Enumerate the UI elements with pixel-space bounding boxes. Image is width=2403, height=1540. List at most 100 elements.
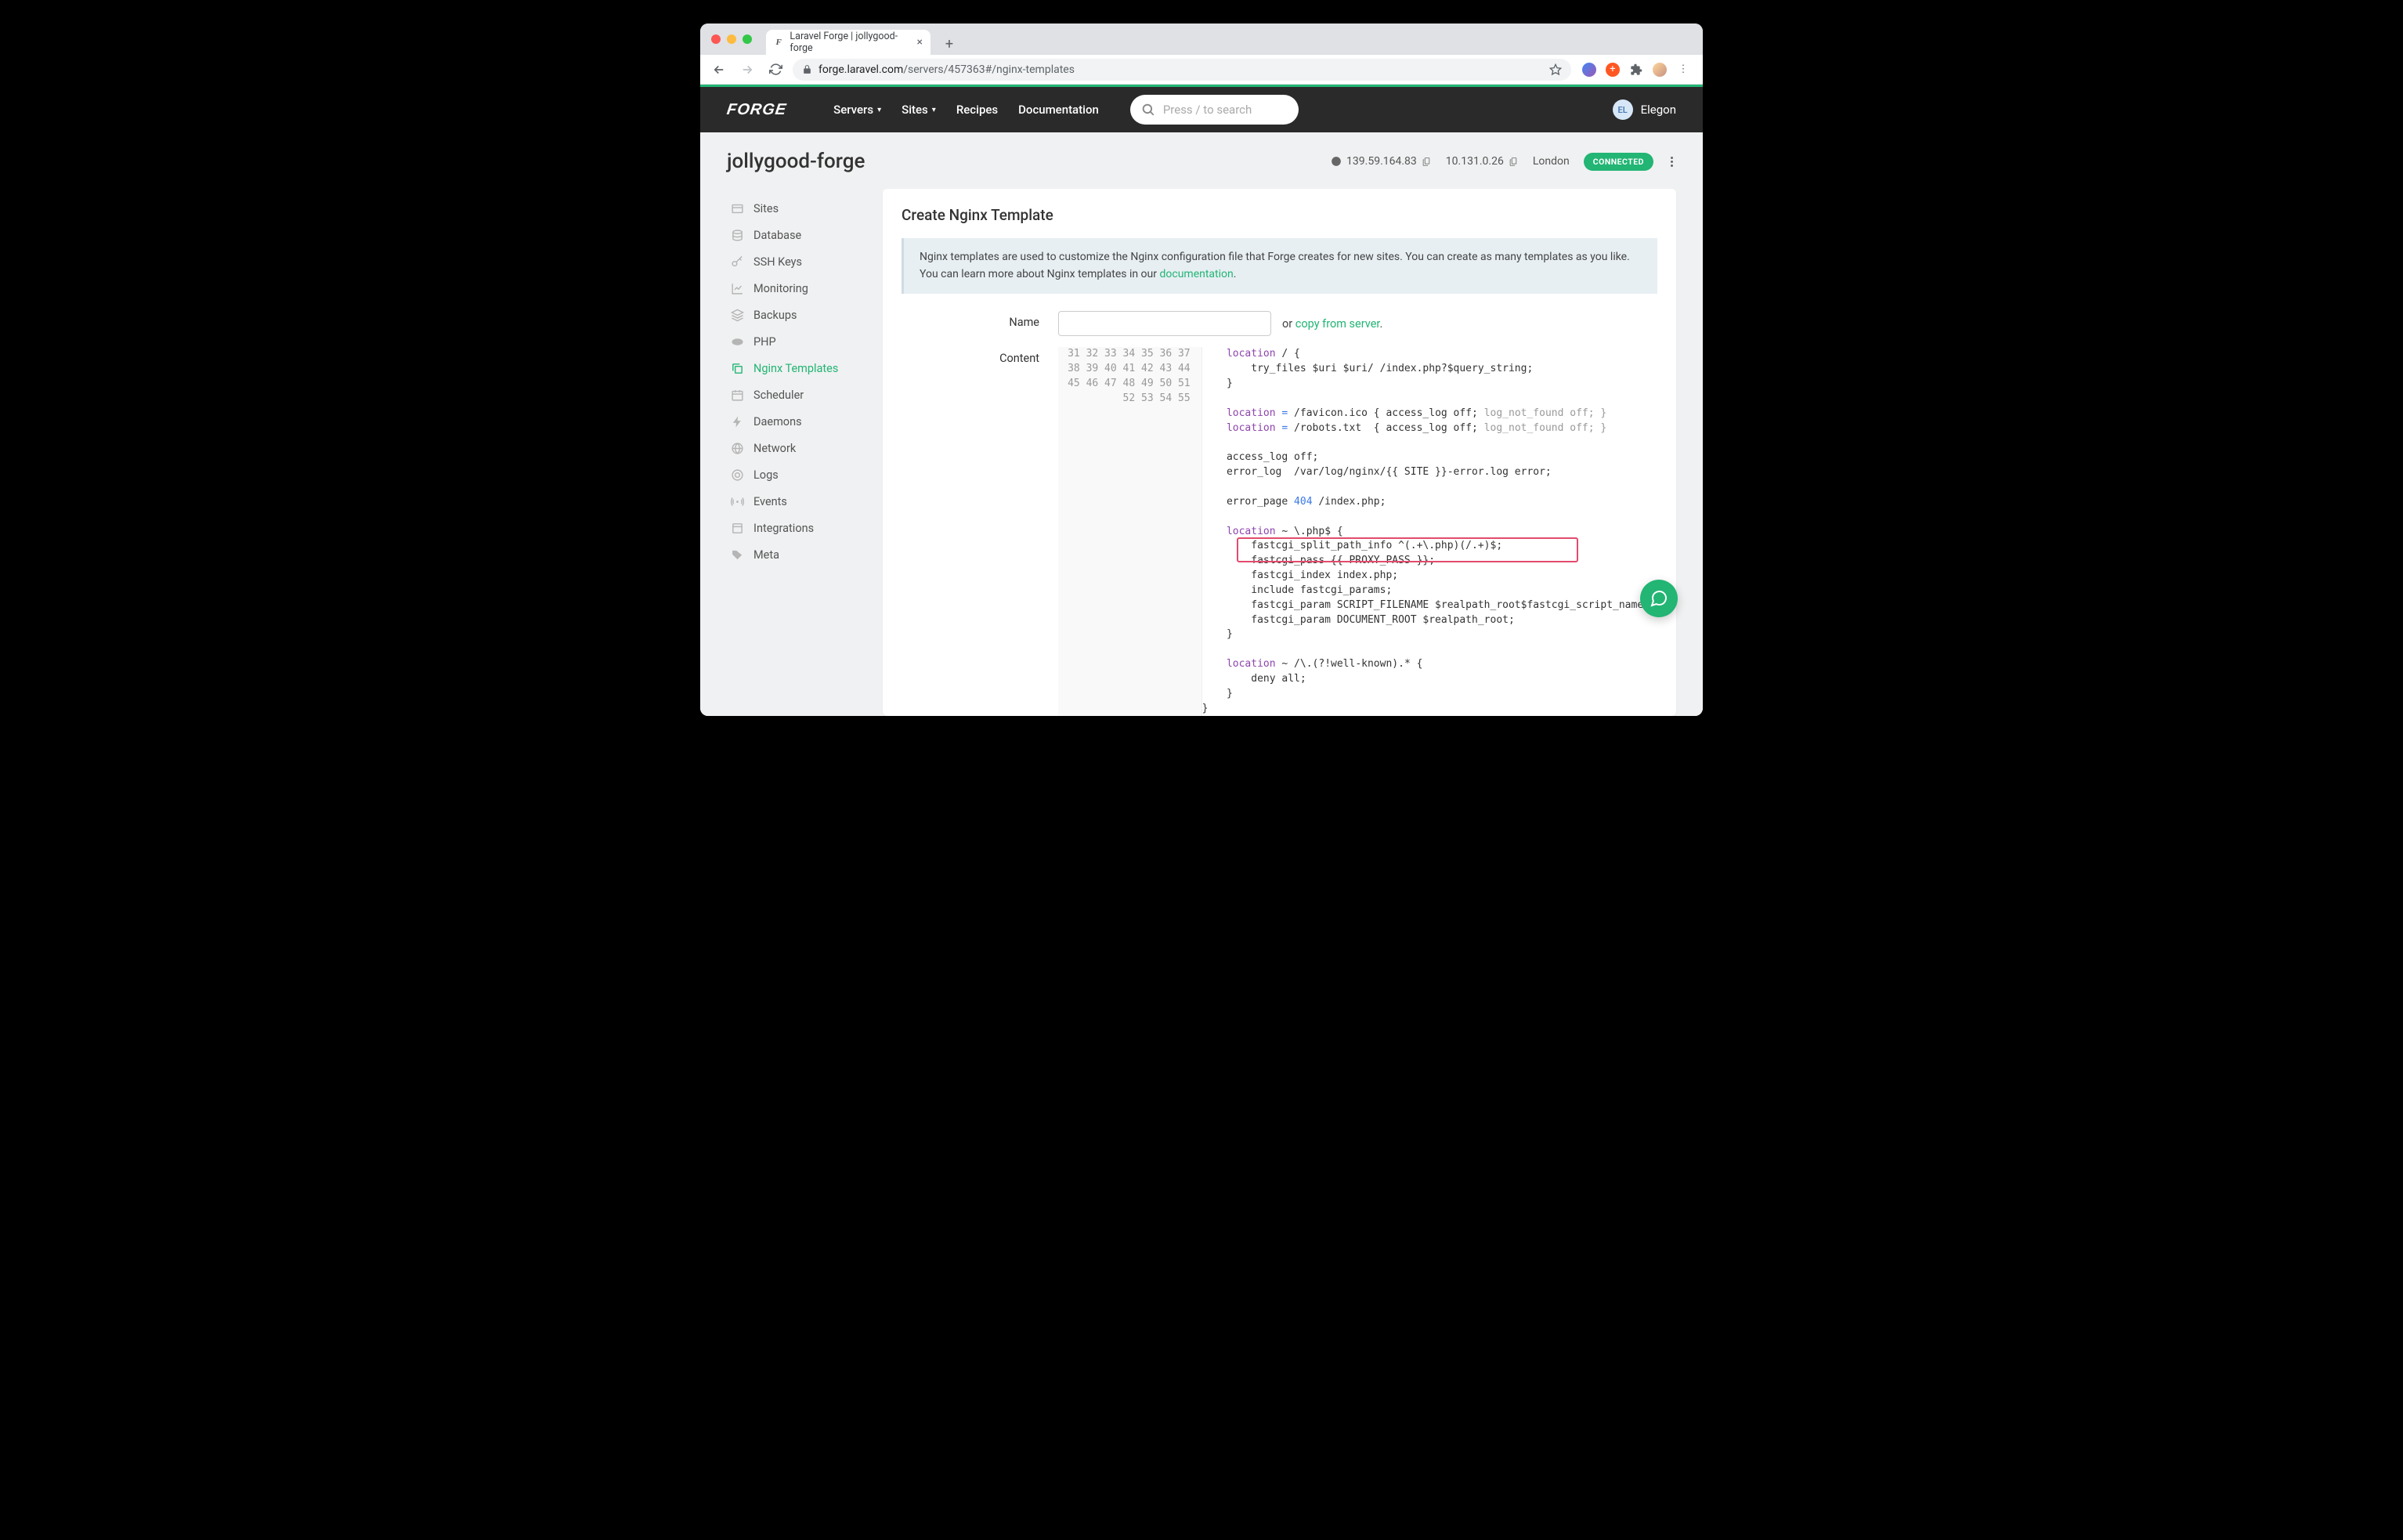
card-title: Create Nginx Template — [883, 206, 1676, 238]
broadcast-icon — [730, 494, 744, 508]
code-editor[interactable]: 31 32 33 34 35 36 37 38 39 40 41 42 43 4… — [1058, 347, 1657, 716]
server-name: jollygood-forge — [727, 150, 865, 173]
sidebar-item-label: Network — [753, 442, 796, 455]
search-placeholder: Press / to search — [1163, 103, 1252, 117]
copy-icon — [730, 361, 744, 375]
forge-logo[interactable]: FORGE — [725, 101, 787, 119]
nav-servers[interactable]: Servers ▾ — [833, 103, 881, 117]
traffic-lights — [711, 34, 752, 44]
sidebar-item-label: SSH Keys — [753, 255, 802, 269]
name-input[interactable] — [1058, 311, 1271, 336]
window-minimize[interactable] — [727, 34, 736, 44]
sidebar-item-label: PHP — [753, 335, 776, 349]
forward-button[interactable] — [736, 59, 758, 81]
nav-documentation[interactable]: Documentation — [1018, 103, 1099, 117]
sidebar-item-ssh-keys[interactable]: SSH Keys — [727, 248, 864, 275]
documentation-link[interactable]: documentation — [1159, 268, 1233, 280]
sidebar-item-events[interactable]: Events — [727, 488, 864, 515]
browser-window: F Laravel Forge | jollygood-forge × + fo… — [700, 23, 1703, 716]
search-icon — [1141, 103, 1155, 117]
sidebar-item-monitoring[interactable]: Monitoring — [727, 275, 864, 302]
help-chat-button[interactable] — [1640, 580, 1678, 617]
window-close[interactable] — [711, 34, 721, 44]
page-header: jollygood-forge 139.59.164.83 10.131.0.2… — [727, 150, 1676, 173]
user-name: Elegon — [1641, 103, 1676, 117]
lock-icon — [802, 64, 812, 74]
php-icon — [730, 334, 744, 349]
sidebar-item-meta[interactable]: Meta — [727, 541, 864, 568]
chevron-down-icon: ▾ — [877, 106, 881, 114]
sites-icon — [730, 201, 744, 215]
url-text: forge.laravel.com/servers/457363#/nginx-… — [818, 63, 1075, 76]
name-field-row: Name or copy from server. — [883, 311, 1676, 347]
back-button[interactable] — [708, 59, 730, 81]
browser-tab[interactable]: F Laravel Forge | jollygood-forge × — [766, 30, 930, 55]
tag-icon — [730, 548, 744, 562]
box-icon — [730, 521, 744, 535]
database-icon — [730, 228, 744, 242]
sidebar-item-integrations[interactable]: Integrations — [727, 515, 864, 541]
tab-close-icon[interactable]: × — [917, 36, 923, 49]
line-gutter: 31 32 33 34 35 36 37 38 39 40 41 42 43 4… — [1058, 347, 1202, 716]
sidebar-item-label: Scheduler — [753, 389, 804, 402]
sidebar-item-database[interactable]: Database — [727, 222, 864, 248]
region: London — [1533, 155, 1570, 168]
search-input[interactable]: Press / to search — [1130, 95, 1299, 125]
sidebar-item-php[interactable]: PHP — [727, 328, 864, 355]
highlight-annotation — [1237, 537, 1578, 562]
name-label: Name — [902, 311, 1058, 329]
address-bar[interactable]: forge.laravel.com/servers/457363#/nginx-… — [793, 59, 1571, 81]
sidebar-item-label: Daemons — [753, 415, 802, 428]
sidebar-item-scheduler[interactable]: Scheduler — [727, 381, 864, 408]
content-card: Create Nginx Template Nginx templates ar… — [883, 189, 1676, 716]
bolt-icon — [730, 414, 744, 428]
sidebar-item-label: Logs — [753, 468, 779, 482]
browser-toolbar: forge.laravel.com/servers/457363#/nginx-… — [700, 55, 1703, 85]
sidebar-item-label: Backups — [753, 309, 797, 322]
status-badge: CONNECTED — [1584, 153, 1653, 171]
new-tab-button[interactable]: + — [938, 33, 960, 55]
sidebar-item-nginx-templates[interactable]: Nginx Templates — [727, 355, 864, 381]
sidebar-item-daemons[interactable]: Daemons — [727, 408, 864, 435]
calendar-icon — [730, 388, 744, 402]
server-meta: 139.59.164.83 10.131.0.26 London CONNECT… — [1331, 153, 1676, 171]
main-nav: Servers ▾ Sites ▾ Recipes Documentation — [833, 103, 1099, 117]
nav-recipes[interactable]: Recipes — [956, 103, 998, 117]
nav-sites[interactable]: Sites ▾ — [902, 103, 936, 117]
window-zoom[interactable] — [743, 34, 752, 44]
extension-icon[interactable] — [1582, 63, 1596, 77]
extension-icon[interactable]: + — [1606, 63, 1620, 77]
clipboard-icon[interactable] — [1509, 157, 1519, 167]
extension-icons: + ⋮ — [1577, 63, 1695, 77]
sidebar-item-logs[interactable]: Logs — [727, 461, 864, 488]
browser-titlebar: F Laravel Forge | jollygood-forge × + — [700, 23, 1703, 55]
private-ip: 10.131.0.26 — [1446, 155, 1519, 168]
chat-icon — [1650, 589, 1668, 608]
browser-tabs: F Laravel Forge | jollygood-forge × + — [766, 23, 960, 55]
sidebar-item-label: Monitoring — [753, 282, 808, 295]
user-menu[interactable]: EL Elegon — [1613, 99, 1676, 120]
user-avatar: EL — [1613, 99, 1633, 120]
profile-avatar-icon[interactable] — [1653, 63, 1667, 77]
sidebar-item-backups[interactable]: Backups — [727, 302, 864, 328]
sidebar-item-network[interactable]: Network — [727, 435, 864, 461]
server-menu-button[interactable] — [1668, 154, 1676, 170]
sidebar: Sites Database SSH Keys Monitoring Backups PH… — [727, 189, 864, 716]
or-copy-text: or copy from server. — [1282, 317, 1382, 331]
globe-icon — [1331, 156, 1342, 167]
copy-from-server-link[interactable]: copy from server — [1295, 317, 1380, 331]
chart-icon — [730, 281, 744, 295]
reload-button[interactable] — [764, 59, 786, 81]
public-ip: 139.59.164.83 — [1331, 155, 1432, 168]
code-content[interactable]: location / { try_files $uri $uri/ /index… — [1202, 347, 1657, 716]
sidebar-item-label: Database — [753, 229, 801, 242]
sidebar-item-label: Nginx Templates — [753, 362, 838, 375]
sidebar-item-label: Sites — [753, 202, 779, 215]
bookmark-star-icon[interactable] — [1549, 63, 1562, 76]
layers-icon — [730, 308, 744, 322]
browser-menu-icon[interactable]: ⋮ — [1676, 63, 1690, 77]
clipboard-icon[interactable] — [1422, 157, 1432, 167]
extensions-menu-icon[interactable] — [1629, 63, 1643, 77]
sidebar-item-sites[interactable]: Sites — [727, 195, 864, 222]
sidebar-item-label: Events — [753, 495, 787, 508]
